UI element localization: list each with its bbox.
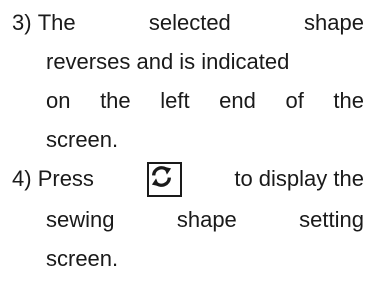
- refresh-arrows-icon: [151, 166, 171, 187]
- step3-line2: reverses and is indicated: [46, 49, 290, 74]
- step4-number: 4): [12, 166, 32, 191]
- step4-word: sewing: [46, 207, 115, 232]
- step4-word: shape: [176, 207, 237, 232]
- step4-after-key-text: to display the: [234, 166, 364, 191]
- step3-word: shape: [304, 10, 364, 35]
- step4-word: setting: [299, 207, 364, 232]
- step3-line3: on the left end of the: [46, 87, 364, 115]
- step3-line1: 3) The selected shape: [12, 9, 364, 37]
- step4-line2: sewing shape setting: [46, 206, 364, 234]
- step3-word: of: [285, 88, 304, 113]
- step3-word: left: [160, 88, 190, 113]
- refresh-key-button: [146, 162, 182, 197]
- step3-line4: screen.: [46, 127, 119, 152]
- step3-word: on: [46, 88, 71, 113]
- step3-word: the: [333, 88, 364, 113]
- step3-word: selected: [148, 10, 231, 35]
- step4-line3: screen.: [46, 246, 119, 271]
- instruction-page: 3) The selected shape reverses and is in…: [0, 0, 376, 285]
- step3-number: 3): [12, 10, 32, 35]
- step4-press-text: Press: [37, 166, 94, 191]
- step3-word: the: [100, 88, 131, 113]
- step3-word: The: [37, 10, 76, 35]
- step3-word: end: [219, 88, 256, 113]
- step4-line1: 4) Press to display the: [12, 162, 364, 200]
